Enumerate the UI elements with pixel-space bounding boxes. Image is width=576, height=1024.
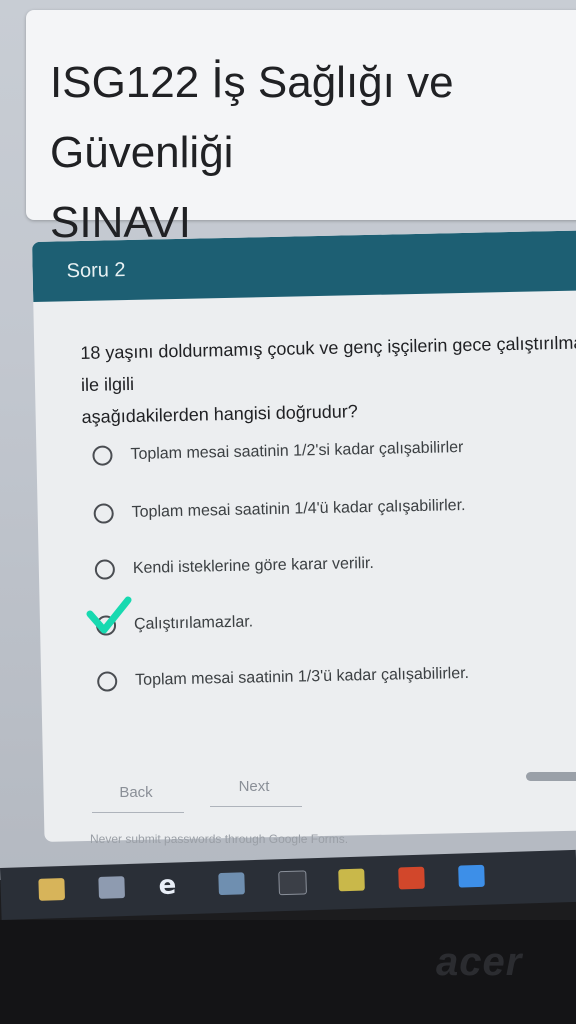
option-2[interactable]: Toplam mesai saatinin 1/4'ü kadar çalışa… <box>93 491 466 529</box>
form-title-card: ISG122 İş Sağlığı ve Güvenliği SINAVI <box>26 10 576 247</box>
radio-button[interactable] <box>92 445 113 466</box>
question-text: 18 yaşını doldurmamış çocuk ve genç işçi… <box>80 326 576 433</box>
back-button-underline <box>92 812 184 813</box>
back-button[interactable]: Back <box>88 774 184 810</box>
next-button-underline <box>210 806 302 807</box>
store-icon[interactable] <box>98 876 126 899</box>
next-button[interactable]: Next <box>206 768 302 804</box>
footer-note: Never submit passwords through Google Fo… <box>90 832 349 846</box>
edge-icon[interactable]: e <box>158 870 185 901</box>
option-5[interactable]: Toplam mesai saatinin 1/3'ü kadar çalışa… <box>97 659 469 697</box>
option-label: Toplam mesai saatinin 1/4'ü kadar çalışa… <box>131 496 466 521</box>
option-1[interactable]: Toplam mesai saatinin 1/2'si kadar çalış… <box>92 433 464 471</box>
form-title: ISG122 İş Sağlığı ve Güvenliği SINAVI <box>50 58 454 247</box>
file-explorer-icon[interactable] <box>38 877 66 901</box>
photos-icon[interactable] <box>278 870 307 896</box>
option-label: Toplam mesai saatinin 1/3'ü kadar çalışa… <box>135 664 470 689</box>
browser-viewport: ISG122 İş Sağlığı ve Güvenliği SINAVI So… <box>0 0 576 880</box>
option-label: Çalıştırılamazlar. <box>133 613 254 633</box>
question-card: Soru 2 18 yaşını doldurmamış çocuk ve ge… <box>32 230 576 842</box>
game-icon[interactable] <box>338 868 365 892</box>
section-header: Soru 2 <box>32 230 576 302</box>
question-text-content: 18 yaşını doldurmamış çocuk ve genç işçi… <box>80 332 576 427</box>
progress-bar <box>526 772 576 781</box>
option-label: Kendi isteklerine göre karar verilir. <box>132 554 374 577</box>
brand-logo: acer <box>436 940 523 984</box>
radio-button[interactable] <box>93 503 114 524</box>
office-icon[interactable] <box>398 866 425 890</box>
option-label: Toplam mesai saatinin 1/2'si kadar çalış… <box>130 439 464 463</box>
radio-button[interactable] <box>94 559 116 580</box>
radio-button[interactable] <box>97 671 118 692</box>
option-3[interactable]: Kendi isteklerine göre karar verilir. <box>94 549 375 585</box>
check-mark-icon <box>86 596 132 634</box>
app-icon[interactable] <box>218 872 245 896</box>
zoom-icon[interactable] <box>458 864 485 888</box>
